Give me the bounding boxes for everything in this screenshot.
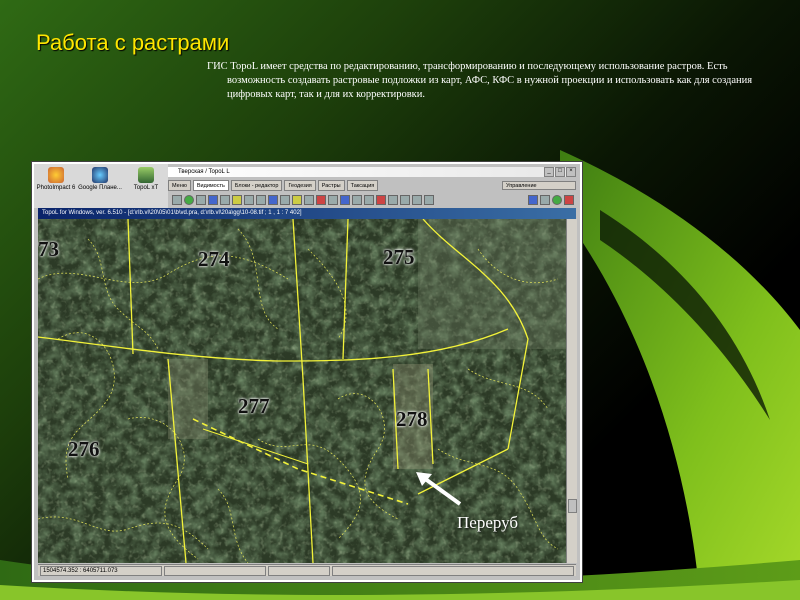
toolbar <box>168 194 578 206</box>
tool-text-icon[interactable] <box>400 195 410 205</box>
tool-measure-icon[interactable] <box>268 195 278 205</box>
status-cell-3 <box>332 566 574 576</box>
google-earth-icon <box>92 167 108 183</box>
map-label-276: 276 <box>68 437 100 461</box>
coordinates-readout: 1504574.352 : 6405711.073 <box>40 566 162 576</box>
desktop-icons-area: PhotoImpact 6 Google Плане... TopoL xT <box>34 164 168 208</box>
tab-menu[interactable]: Меню <box>168 180 191 191</box>
document-title-bar: TopoL for Windows, ver. 6.510 - [d:\rlb.… <box>38 208 576 219</box>
close-icon[interactable]: × <box>566 167 576 177</box>
panel-tool-check-icon[interactable] <box>552 195 562 205</box>
tool-undo-icon[interactable] <box>364 195 374 205</box>
panel-tool-edit-icon[interactable] <box>564 195 574 205</box>
slide-paragraph: ГИС TopoL имеет средства по редактирован… <box>207 61 753 100</box>
map-label-275: 275 <box>383 245 415 269</box>
maximize-icon[interactable]: □ <box>555 167 565 177</box>
raster-map-view[interactable]: 73 274 275 277 278 276 <box>38 219 566 563</box>
panel-tool-layers-icon[interactable] <box>528 195 538 205</box>
map-label-274: 274 <box>198 247 230 271</box>
map-label-278: 278 <box>396 407 428 431</box>
app-title-bar: Тверская / TopoL L <box>168 167 574 177</box>
minimize-icon[interactable]: _ <box>544 167 554 177</box>
desktop-icon-google[interactable]: Google Плане... <box>78 167 122 192</box>
window-controls: _ □ × <box>544 167 576 177</box>
panel-tool-list-icon[interactable] <box>540 195 550 205</box>
tool-help-icon[interactable] <box>424 195 434 205</box>
panel-tools <box>528 195 578 205</box>
tool-info-icon[interactable] <box>340 195 350 205</box>
photoimpact-icon <box>48 167 64 183</box>
desktop-icon-topol[interactable]: TopoL xT <box>124 167 168 192</box>
tool-symbol-icon[interactable] <box>412 195 422 205</box>
tab-visibility[interactable]: Видимость <box>192 180 229 191</box>
tool-refresh-icon[interactable] <box>352 195 362 205</box>
tool-stop-icon[interactable] <box>376 195 386 205</box>
slide-title: Работа с растрами <box>36 30 230 55</box>
map-canvas <box>38 219 566 563</box>
map-label-277: 277 <box>238 394 270 418</box>
tool-settings-icon[interactable] <box>388 195 398 205</box>
scrollbar-thumb[interactable] <box>568 499 577 513</box>
status-cell-1 <box>164 566 266 576</box>
tool-zoom-icon[interactable] <box>220 195 230 205</box>
tool-green-dot-icon[interactable] <box>184 195 194 205</box>
tool-line-icon[interactable] <box>280 195 290 205</box>
topol-icon <box>138 167 154 183</box>
tool-node-icon[interactable] <box>304 195 314 205</box>
control-panel-button[interactable]: Управление <box>502 181 576 190</box>
tab-taxation[interactable]: Таксация <box>346 180 379 191</box>
tool-polygon-icon[interactable] <box>292 195 302 205</box>
tool-pointer-icon[interactable] <box>172 195 182 205</box>
tool-layer-icon[interactable] <box>208 195 218 205</box>
tool-raster-icon[interactable] <box>232 195 242 205</box>
tool-print-icon[interactable] <box>328 195 338 205</box>
tool-grid-icon[interactable] <box>244 195 254 205</box>
tab-blocks-editor[interactable]: Блоки - редактор <box>230 180 283 191</box>
map-label-73: 73 <box>38 237 59 261</box>
slide: Работа с растрами ГИС TopoL имеет средст… <box>0 0 800 600</box>
map-vertical-scrollbar[interactable] <box>566 219 577 563</box>
status-cell-2 <box>268 566 330 576</box>
tab-rasters[interactable]: Растры <box>317 180 345 191</box>
tab-geodesy[interactable]: Геодезия <box>284 180 316 191</box>
desktop-icon-photoimpact[interactable]: PhotoImpact 6 <box>34 167 78 192</box>
tool-delete-icon[interactable] <box>316 195 326 205</box>
callout-arrow-icon <box>416 472 462 506</box>
status-bar: 1504574.352 : 6405711.073 <box>38 564 576 576</box>
tool-select-icon[interactable] <box>256 195 266 205</box>
callout-label: Переруб <box>457 513 519 532</box>
tool-arrow-icon[interactable] <box>196 195 206 205</box>
